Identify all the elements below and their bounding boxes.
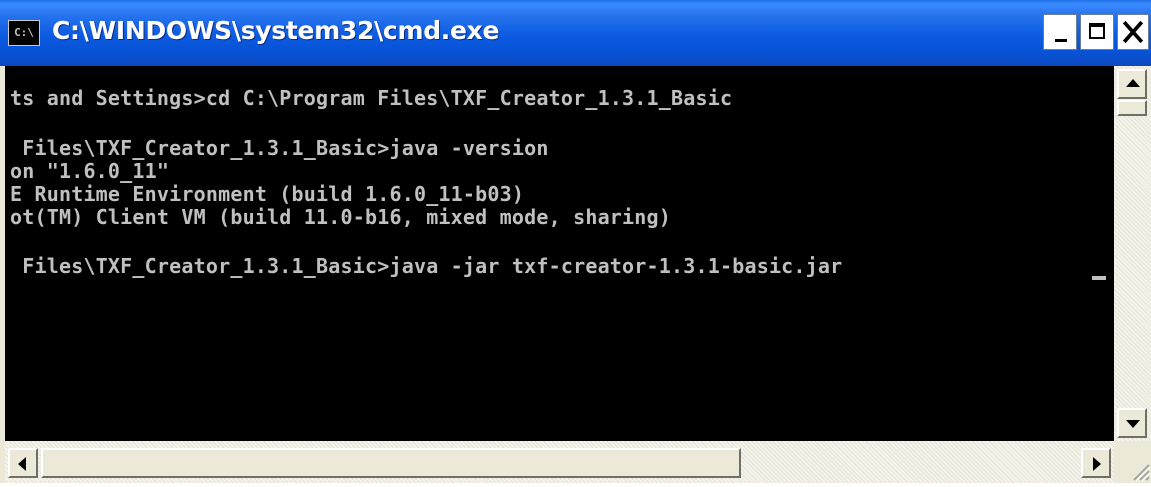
vertical-scroll-thumb[interactable] <box>1117 100 1147 116</box>
scroll-down-button[interactable] <box>1117 408 1147 438</box>
console-line: E Runtime Environment (build 1.6.0_11-b0… <box>10 182 525 206</box>
close-button[interactable] <box>1117 14 1149 50</box>
console-line: ot(TM) Client VM (build 11.0-b16, mixed … <box>10 205 672 229</box>
window-title: C:\WINDOWS\system32\cmd.exe <box>52 16 500 45</box>
arrow-up-icon <box>1126 79 1140 87</box>
arrow-down-icon <box>1126 420 1140 428</box>
arrow-right-icon <box>1093 457 1101 471</box>
console-line: Files\TXF_Creator_1.3.1_Basic>java -jar … <box>10 254 843 278</box>
cmd-window: C:\ C:\WINDOWS\system32\cmd.exe ts and S… <box>0 0 1151 483</box>
console-line: ts and Settings>cd C:\Program Files\TXF_… <box>10 86 733 110</box>
resize-grip[interactable] <box>1114 441 1151 483</box>
maximize-button[interactable] <box>1080 14 1114 50</box>
scroll-right-button[interactable] <box>1081 448 1111 478</box>
scroll-left-button[interactable] <box>8 448 38 478</box>
vertical-scroll-track[interactable] <box>1114 66 1151 441</box>
scroll-up-button[interactable] <box>1117 69 1147 99</box>
console-output[interactable]: ts and Settings>cd C:\Program Files\TXF_… <box>5 66 1114 441</box>
horizontal-scrollbar[interactable] <box>5 441 1114 483</box>
maximize-icon <box>1089 23 1105 39</box>
console-line: Files\TXF_Creator_1.3.1_Basic>java -vers… <box>10 136 549 160</box>
resize-grip-icon <box>1133 464 1151 482</box>
arrow-left-icon <box>18 457 26 471</box>
close-icon <box>1122 20 1144 44</box>
console-line: on "1.6.0_11" <box>10 159 170 183</box>
text-cursor <box>1092 276 1106 280</box>
horizontal-scroll-thumb[interactable] <box>41 448 741 478</box>
cmd-app-icon[interactable]: C:\ <box>8 20 40 46</box>
vertical-scrollbar[interactable] <box>1114 66 1151 441</box>
minimize-icon <box>1055 39 1067 42</box>
title-bar[interactable]: C:\ C:\WINDOWS\system32\cmd.exe <box>0 0 1151 66</box>
minimize-button[interactable] <box>1043 14 1077 50</box>
